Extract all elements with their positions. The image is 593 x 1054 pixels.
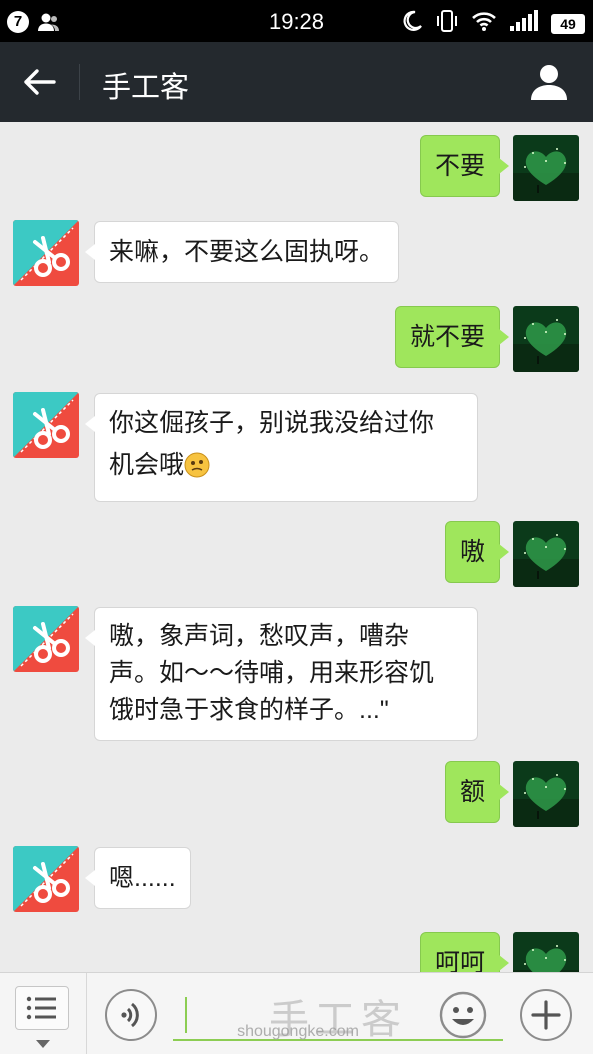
scissors-logo-icon <box>13 392 79 458</box>
battery-icon: 49 <box>551 13 585 34</box>
sent-message-bubble[interactable]: 嗷 <box>444 521 510 583</box>
contact-avatar[interactable] <box>13 392 79 458</box>
heart-night-scene-image <box>513 521 579 587</box>
my-avatar[interactable] <box>513 306 579 372</box>
moon-icon <box>401 10 423 37</box>
received-message-bubble[interactable]: 嗷，象声词，愁叹声，嘈杂 声。如～～待哺，用来形容饥 饿时急于求食的样子。...… <box>85 607 478 741</box>
caret-down-icon <box>36 1035 50 1053</box>
profile-button[interactable] <box>529 62 569 102</box>
add-attachment-button[interactable] <box>520 989 572 1041</box>
divider <box>86 973 87 1054</box>
received-message-bubble[interactable]: 嗯...... <box>85 847 191 909</box>
arrow-left-icon <box>18 69 62 106</box>
plus-icon <box>522 1000 570 1043</box>
voice-icon <box>107 1002 155 1043</box>
wifi-icon <box>471 10 497 37</box>
scissors-logo-icon <box>13 846 79 912</box>
back-button[interactable] <box>18 62 62 102</box>
message-text: 额 <box>459 778 485 806</box>
watermark-url: shougongke.com <box>237 1023 359 1040</box>
my-avatar[interactable] <box>513 932 579 972</box>
contact-avatar[interactable] <box>13 846 79 912</box>
message-line: 你这倔孩子，别说我没给过你 <box>109 409 435 437</box>
page-title: 手工客 <box>102 72 190 104</box>
emoji-button[interactable] <box>437 989 489 1041</box>
message-text: 来嘛，不要这么固执呀。 <box>109 238 385 266</box>
input-bar: 手工客 shougongke.com <box>0 972 593 1054</box>
list-icon <box>16 996 68 1033</box>
contact-avatar[interactable] <box>13 606 79 672</box>
received-message-bubble[interactable]: 你这倔孩子，别说我没给过你 机会哦 <box>85 393 478 502</box>
sent-message-bubble[interactable]: 呵呵 <box>419 932 510 972</box>
message-line: 机会哦 <box>109 444 463 486</box>
message-list[interactable]: 不要 来嘛，不要这么固执呀。 就不要 你这倔孩子，别说我没给过你 机会哦 嗷 嗷… <box>0 122 593 972</box>
heart-night-scene-image <box>513 932 579 972</box>
my-avatar[interactable] <box>513 761 579 827</box>
message-text: 嗷 <box>459 538 485 566</box>
received-message-bubble[interactable]: 来嘛，不要这么固执呀。 <box>84 221 400 283</box>
thinking-face-icon <box>184 449 210 478</box>
person-icon <box>529 65 569 106</box>
signal-icon <box>509 10 539 37</box>
voice-button[interactable] <box>105 989 157 1041</box>
smiley-icon <box>437 991 489 1045</box>
header-divider <box>79 64 80 100</box>
chat-header: 手工客 <box>0 42 593 122</box>
scissors-logo-icon <box>13 606 79 672</box>
menu-toggle-button[interactable] <box>15 986 69 1030</box>
status-bar: 7 19:28 49 <box>0 0 593 42</box>
sent-message-bubble[interactable]: 不要 <box>419 135 510 197</box>
message-line: 饿时急于求食的样子。..." <box>109 696 389 724</box>
message-text: 就不要 <box>409 323 485 351</box>
message-text: 不要 <box>434 152 485 180</box>
message-text: 呵呵 <box>434 949 485 972</box>
my-avatar[interactable] <box>513 135 579 201</box>
sent-message-bubble[interactable]: 额 <box>444 761 510 823</box>
heart-night-scene-image <box>513 761 579 827</box>
contact-avatar[interactable] <box>13 220 79 286</box>
my-avatar[interactable] <box>513 521 579 587</box>
scissors-logo-icon <box>13 220 79 286</box>
heart-night-scene-image <box>513 135 579 201</box>
message-line: 声。如～～待哺，用来形容饥 <box>109 659 435 687</box>
message-line: 嗷，象声词，愁叹声，嘈杂 <box>109 622 410 650</box>
heart-night-scene-image <box>513 306 579 372</box>
message-text: 嗯...... <box>109 864 176 892</box>
vibrate-icon <box>435 9 459 38</box>
sent-message-bubble[interactable]: 就不要 <box>394 306 510 368</box>
